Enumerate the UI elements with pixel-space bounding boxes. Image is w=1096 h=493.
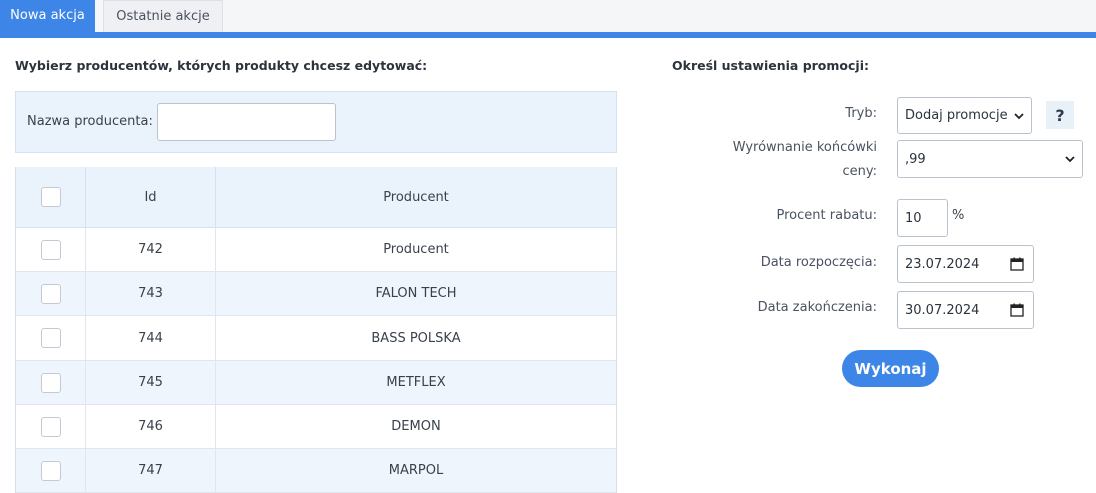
row-checkbox[interactable] [40,283,61,304]
producer-name-label: Nazwa producenta: [27,114,153,129]
row-checkbox[interactable] [40,460,61,481]
tab-recent-actions[interactable]: Ostatnie akcje [103,0,223,32]
table-row[interactable]: 746 DEMON [16,405,616,449]
row-checkbox-cell [16,405,86,448]
column-header-id[interactable]: Id [86,167,216,227]
producers-heading: Wybierz producentów, których produkty ch… [15,58,428,73]
row-producer: BASS POLSKA [371,330,461,346]
row-id: 745 [86,361,216,404]
end-date-input[interactable]: 30.07.2024 [897,291,1034,329]
table-row[interactable]: 744 BASS POLSKA [16,316,616,361]
column-header-producer[interactable]: Producent [216,167,616,227]
producer-name-input[interactable] [157,103,336,141]
chevron-down-icon [1065,156,1075,163]
producers-table: Id Producent 742 Producent 743 FALON TEC… [15,167,617,493]
table-row[interactable]: 743 FALON TECH [16,272,616,316]
mode-select[interactable]: Dodaj promocje [897,97,1032,134]
tab-new-action[interactable]: Nowa akcja [0,0,95,32]
discount-input[interactable]: 10 [897,199,948,237]
row-id: 742 [86,228,216,271]
rounding-select[interactable]: ,99 [897,140,1083,178]
start-date-value: 23.07.2024 [905,256,980,272]
row-checkbox[interactable] [40,372,61,393]
rounding-select-value: ,99 [905,151,926,167]
discount-label: Procent rabatu: [776,208,877,223]
table-header-row: Id Producent [16,167,616,228]
calendar-icon[interactable] [1010,257,1024,271]
row-id: 747 [86,449,216,492]
start-date-label: Data rozpoczęcia: [760,255,877,270]
table-row[interactable]: 745 METFLEX [16,361,616,405]
row-checkbox[interactable] [40,239,61,260]
calendar-icon[interactable] [1010,303,1024,317]
tab-underline [0,32,1096,38]
producer-filter-panel: Nazwa producenta: [15,91,617,153]
row-producer: FALON TECH [375,286,457,301]
row-checkbox[interactable] [40,416,61,437]
row-producer: METFLEX [386,375,446,390]
chevron-down-icon [1014,112,1024,119]
rounding-label-line1: Wyrównanie końcówki [732,140,877,155]
promotion-settings-heading: Określ ustawienia promocji: [672,58,869,73]
tab-bar: Nowa akcja Ostatnie akcje [0,0,1096,38]
discount-input-value: 10 [905,210,922,226]
row-producer: Producent [383,242,449,257]
select-all-cell [16,167,86,227]
mode-label: Tryb: [845,106,877,121]
start-date-input[interactable]: 23.07.2024 [897,245,1034,283]
row-checkbox-cell [16,228,86,271]
row-producer: MARPOL [388,463,444,478]
row-checkbox-cell [16,361,86,404]
row-checkbox[interactable] [40,328,61,348]
row-id: 744 [86,316,216,360]
row-checkbox-cell [16,449,86,492]
table-row[interactable]: 747 MARPOL [16,449,616,493]
end-date-label: Data zakończenia: [757,300,877,315]
rounding-label-line2: ceny: [842,164,877,179]
row-producer: DEMON [391,419,441,434]
percent-unit: % [952,208,965,223]
table-row[interactable]: 742 Producent [16,228,616,272]
row-id: 746 [86,405,216,448]
execute-button[interactable]: Wykonaj [842,350,939,387]
mode-select-value: Dodaj promocje [905,108,1008,123]
row-checkbox-cell [16,316,86,360]
end-date-value: 30.07.2024 [905,302,980,318]
row-id: 743 [86,272,216,315]
select-all-checkbox[interactable] [40,187,61,207]
help-icon[interactable]: ? [1046,101,1074,129]
row-checkbox-cell [16,272,86,315]
